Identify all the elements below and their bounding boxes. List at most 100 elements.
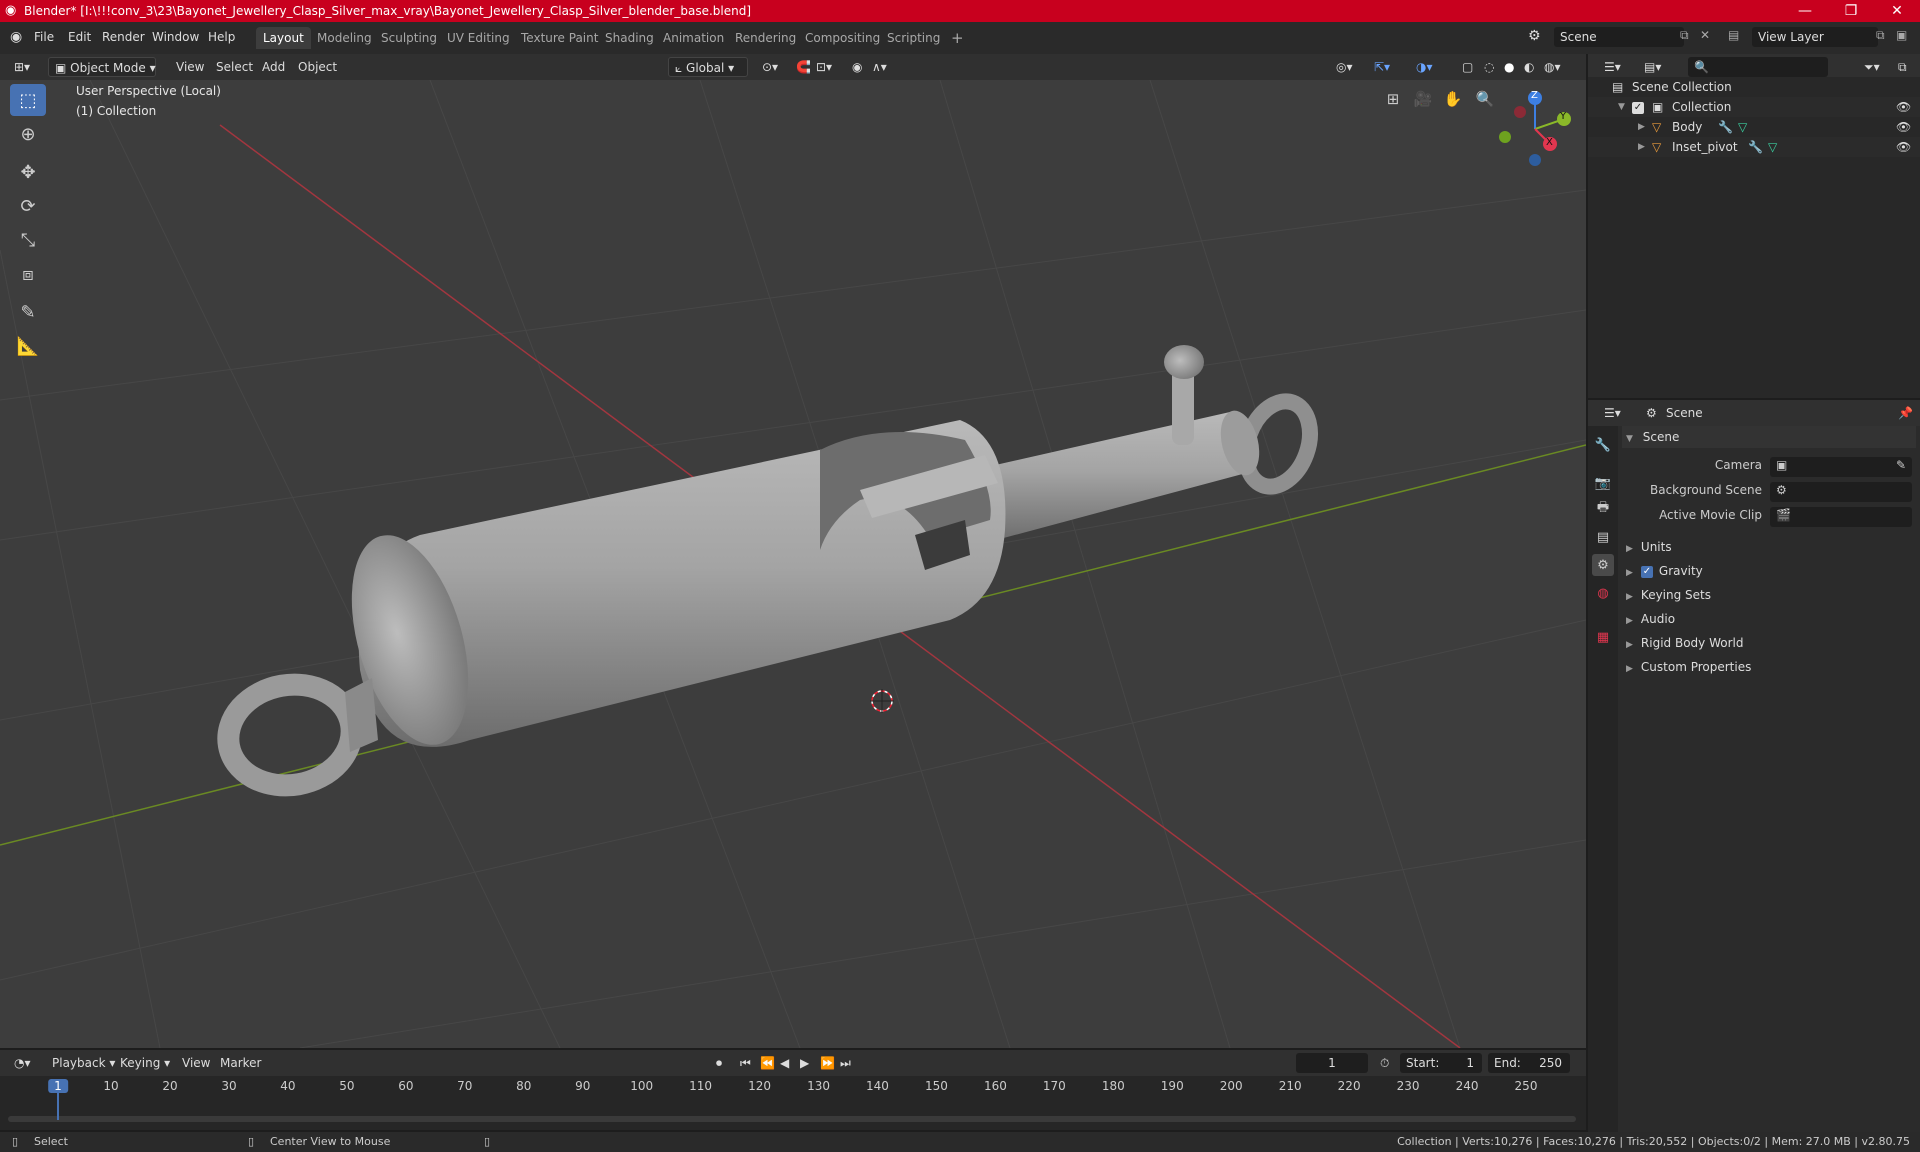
delete-view-layer-icon[interactable]: ▣	[1896, 28, 1907, 42]
transform-tool-icon[interactable]: ⧈	[10, 258, 46, 290]
maximize-icon[interactable]: ❐	[1828, 0, 1874, 22]
view-layer-field[interactable]: View Layer	[1752, 27, 1878, 47]
tab-compositing[interactable]: Compositing	[798, 27, 887, 49]
3d-viewport[interactable]: User Perspective (Local) (1) Collection …	[0, 80, 1586, 1048]
custom-properties-section[interactable]: ▶ Custom Properties	[1622, 656, 1916, 678]
xray-icon[interactable]: ▢	[1456, 57, 1479, 77]
scene-selector-icon[interactable]: ⚙	[1528, 28, 1541, 44]
menu-window[interactable]: Window	[152, 30, 199, 44]
tab-texture-paint[interactable]: Texture Paint	[514, 27, 605, 49]
new-view-layer-icon[interactable]: ⧉	[1876, 28, 1885, 43]
view-menu[interactable]: View	[170, 57, 210, 77]
editor-type-icon[interactable]: ⊞▾	[8, 57, 36, 77]
world-tab-icon[interactable]: ◍	[1592, 582, 1614, 604]
end-frame-field[interactable]: End: 250	[1488, 1053, 1570, 1073]
gizmo-toggle-icon[interactable]: ⇱▾	[1368, 57, 1396, 77]
timeline-scrollbar[interactable]	[8, 1116, 1576, 1122]
new-collection-icon[interactable]: ⧉	[1892, 57, 1913, 77]
falloff-icon[interactable]: ∧▾	[866, 57, 893, 77]
outliner-row-scene-collection[interactable]: ▤ Scene Collection	[1588, 77, 1920, 97]
scene-tab-icon[interactable]: ⚙	[1592, 554, 1614, 576]
gravity-checkbox[interactable]: ✓	[1640, 564, 1653, 578]
pin-icon[interactable]: 📌	[1892, 403, 1919, 423]
orientation-dropdown[interactable]: ⟀ Global ▾	[668, 57, 748, 77]
modifier-wrench-icon[interactable]: 🔧	[1748, 137, 1763, 157]
eye-icon[interactable]: 👁	[1896, 97, 1911, 117]
audio-section[interactable]: ▶ Audio	[1622, 608, 1916, 630]
eyedropper-icon[interactable]: ✎	[1896, 458, 1906, 472]
snap-target-icon[interactable]: ⊡▾	[810, 57, 838, 77]
tab-animation[interactable]: Animation	[656, 27, 731, 49]
texture-tab-icon[interactable]: ▦	[1592, 626, 1614, 648]
display-mode-icon[interactable]: ▤▾	[1638, 57, 1667, 77]
play-icon[interactable]: ▶	[794, 1053, 815, 1073]
select-menu[interactable]: Select	[210, 57, 259, 77]
outliner-row-inset-pivot[interactable]: ▶ ▽ Inset_pivot 🔧 ▽ 👁	[1588, 137, 1920, 157]
background-scene-field[interactable]: ⚙	[1770, 482, 1912, 502]
current-frame-marker[interactable]: 1	[48, 1079, 68, 1093]
expand-arrow-icon[interactable]: ▶	[1638, 137, 1645, 157]
pivot-icon[interactable]: ⊙▾	[756, 57, 784, 77]
timeline-editor-icon[interactable]: ◔▾	[8, 1053, 37, 1073]
expand-arrow-icon[interactable]: ▼	[1618, 97, 1625, 117]
overlay-toggle-icon[interactable]: ◑▾	[1410, 57, 1439, 77]
active-movie-clip-field[interactable]: 🎬	[1770, 507, 1912, 527]
mode-dropdown[interactable]: ▣ Object Mode ▾	[48, 57, 156, 77]
eye-icon[interactable]: 👁	[1896, 137, 1911, 157]
preview-range-icon[interactable]: ⏱	[1374, 1053, 1395, 1073]
pan-hand-icon[interactable]: ✋	[1440, 86, 1466, 112]
clasp-model[interactable]	[217, 345, 1321, 797]
add-menu[interactable]: Add	[256, 57, 291, 77]
scene-field[interactable]: Scene	[1554, 27, 1684, 47]
zoom-icon[interactable]: 🔍	[1472, 86, 1498, 112]
rigid-body-world-section[interactable]: ▶ Rigid Body World	[1622, 632, 1916, 654]
toggle-camera-view-icon[interactable]: ⊞	[1380, 86, 1406, 112]
camera-icon[interactable]: 🎥	[1410, 86, 1436, 112]
mesh-data-icon[interactable]: ▽	[1768, 137, 1777, 157]
outliner-row-collection[interactable]: ▼ ✓ ▣ Collection 👁	[1588, 97, 1920, 117]
start-frame-field[interactable]: Start: 1	[1400, 1053, 1482, 1073]
collection-checkbox[interactable]: ✓	[1632, 97, 1644, 117]
filter-icon[interactable]: ⏷▾	[1858, 57, 1886, 77]
tab-uv-editing[interactable]: UV Editing	[440, 27, 517, 49]
move-tool-icon[interactable]: ✥	[10, 156, 46, 188]
marker-menu[interactable]: Marker	[214, 1053, 267, 1073]
measure-tool-icon[interactable]: 📐	[10, 330, 46, 362]
expand-arrow-icon[interactable]: ▶	[1638, 117, 1645, 137]
tab-layout[interactable]: Layout	[256, 27, 311, 49]
render-tab-icon[interactable]: 📷	[1592, 472, 1614, 494]
menu-render[interactable]: Render	[102, 30, 145, 44]
output-tab-icon[interactable]: 🖶	[1592, 498, 1614, 520]
record-icon[interactable]: ⏺	[710, 1053, 728, 1073]
outliner-search-input[interactable]: 🔍	[1688, 57, 1828, 77]
close-icon[interactable]: ✕	[1874, 0, 1920, 22]
playback-menu[interactable]: Playback ▾	[46, 1053, 121, 1073]
tool-tab-icon[interactable]: 🔧	[1592, 434, 1614, 456]
timeline-view-menu[interactable]: View	[176, 1053, 216, 1073]
outliner-editor-icon[interactable]: ☰▾	[1598, 57, 1627, 77]
tab-modeling[interactable]: Modeling	[310, 27, 379, 49]
object-menu[interactable]: Object	[292, 57, 343, 77]
menu-help[interactable]: Help	[208, 30, 235, 44]
outliner-row-body[interactable]: ▶ ▽ Body 🔧 ▽ 👁	[1588, 117, 1920, 137]
menu-file[interactable]: File	[34, 30, 54, 44]
jump-end-icon[interactable]: ⏭	[834, 1053, 857, 1073]
visibility-icon[interactable]: ◎▾	[1330, 57, 1359, 77]
annotate-tool-icon[interactable]: ✎	[10, 296, 46, 328]
delete-scene-icon[interactable]: ✕	[1700, 28, 1710, 42]
gravity-section[interactable]: ▶ ✓ Gravity	[1622, 560, 1916, 582]
3d-cursor-icon[interactable]	[870, 689, 894, 713]
rotate-tool-icon[interactable]: ⟳	[10, 190, 46, 222]
minimize-icon[interactable]: —	[1782, 0, 1828, 22]
tab-scripting[interactable]: Scripting	[880, 27, 947, 49]
select-box-icon[interactable]: ⬚	[10, 84, 46, 116]
view-layer-tab-icon[interactable]: ▤	[1592, 526, 1614, 548]
rendered-shading-icon[interactable]: ◍▾	[1538, 57, 1567, 77]
cursor-tool-icon[interactable]: ⊕	[10, 118, 46, 150]
blender-menu-icon[interactable]: ◉	[10, 29, 22, 45]
properties-editor-icon[interactable]: ☰▾	[1598, 403, 1627, 423]
new-scene-icon[interactable]: ⧉	[1680, 28, 1689, 43]
modifier-wrench-icon[interactable]: 🔧	[1718, 117, 1733, 137]
mesh-data-icon[interactable]: ▽	[1738, 117, 1747, 137]
current-frame-field[interactable]: 1	[1296, 1053, 1368, 1073]
